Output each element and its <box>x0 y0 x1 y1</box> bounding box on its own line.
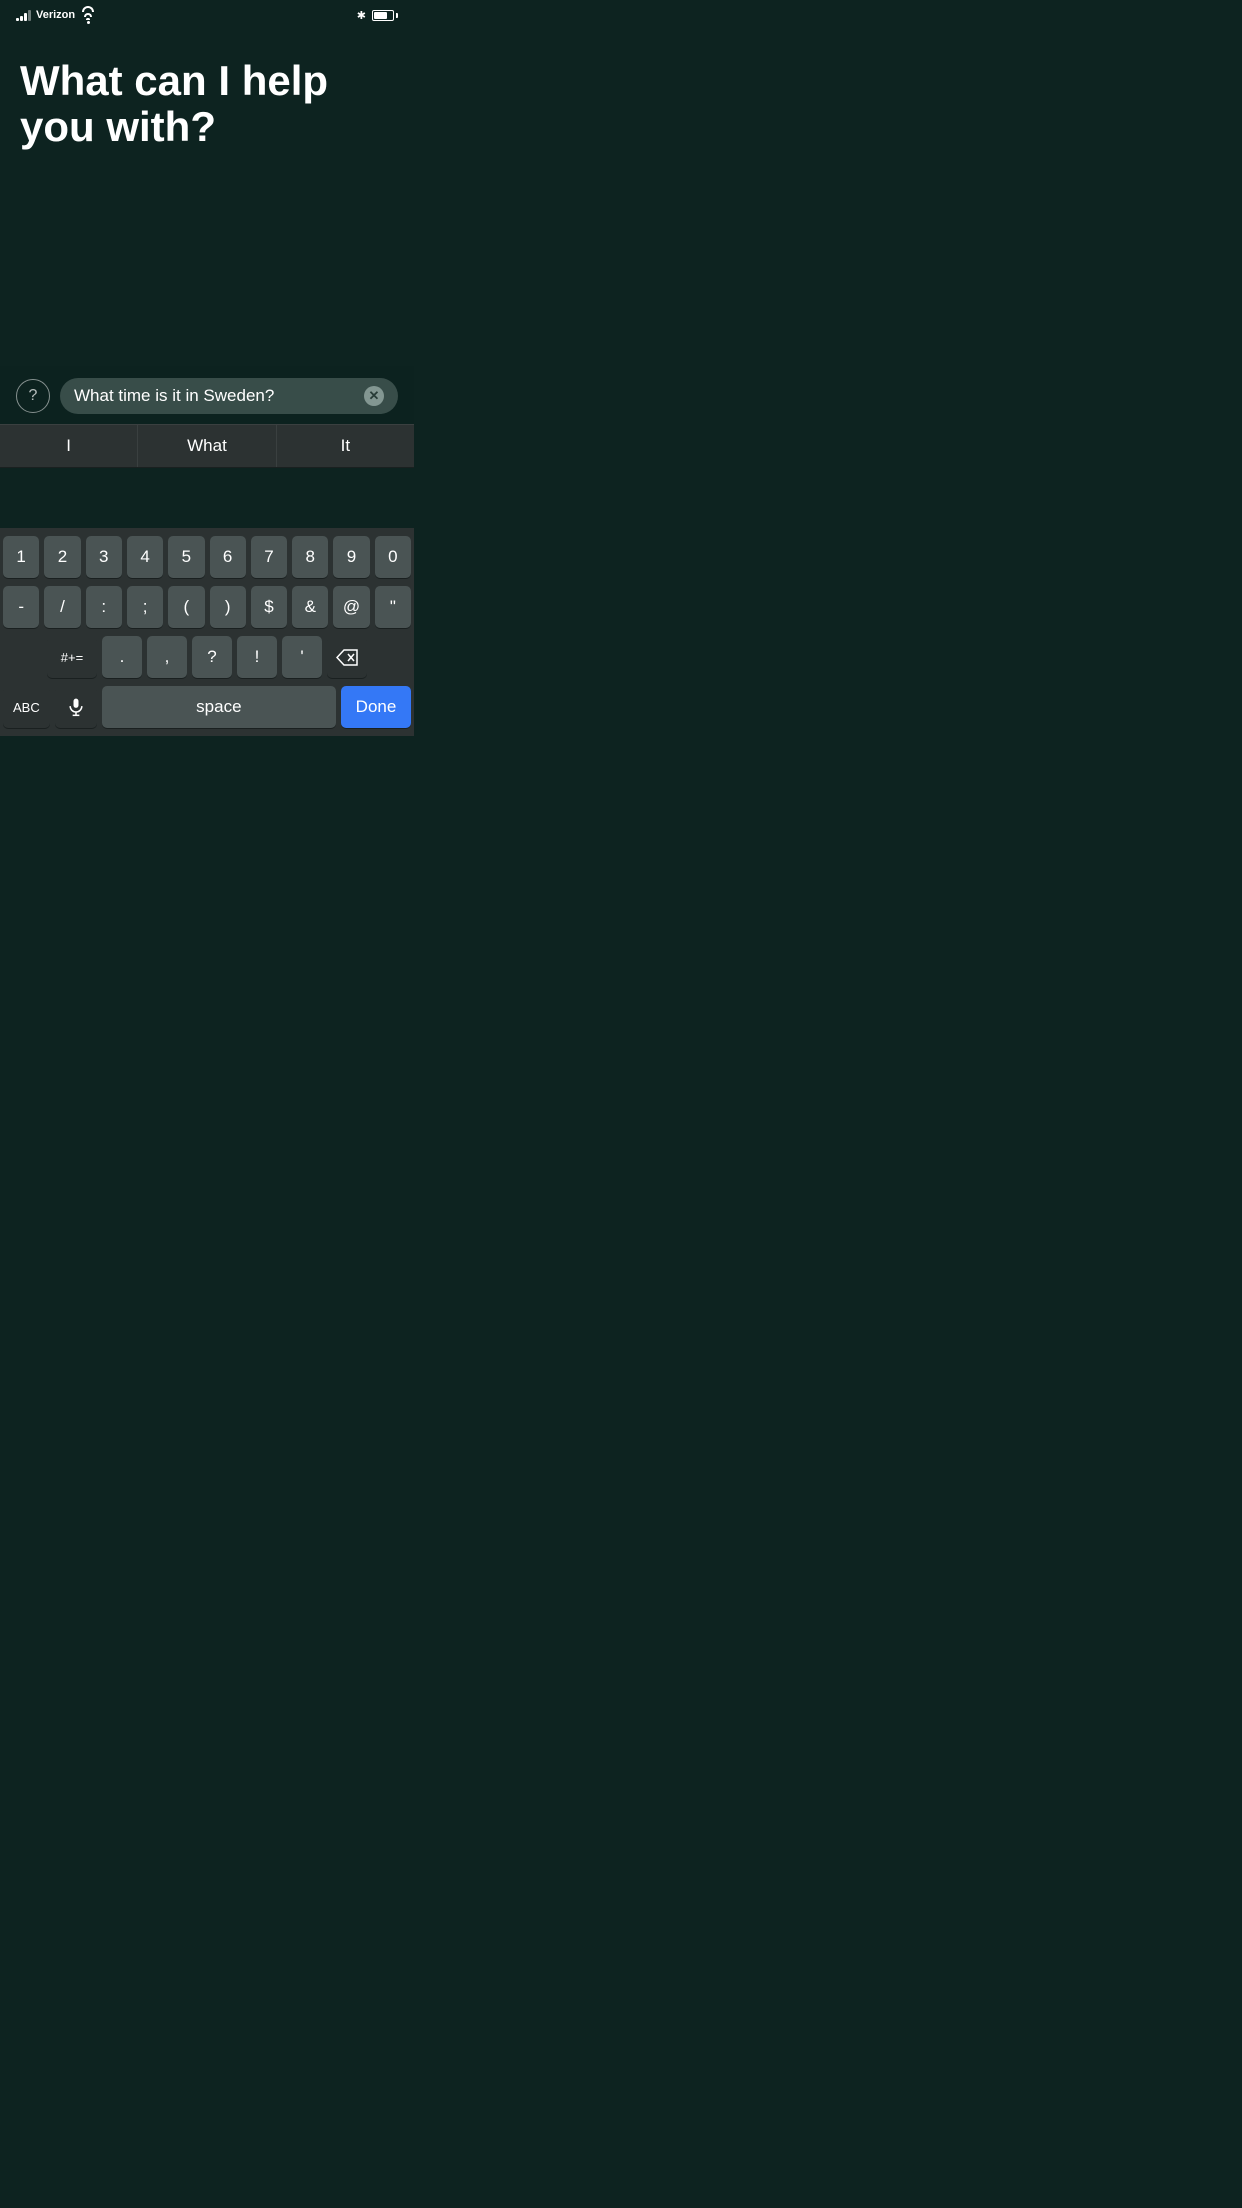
key-microphone[interactable] <box>55 686 97 728</box>
key-dollar[interactable]: $ <box>251 586 287 628</box>
key-8[interactable]: 8 <box>292 536 328 578</box>
autocomplete-item-1[interactable]: I <box>0 425 138 467</box>
key-7[interactable]: 7 <box>251 536 287 578</box>
key-rparen[interactable]: ) <box>210 586 246 628</box>
search-input[interactable]: What time is it in Sweden? <box>74 386 364 406</box>
delete-icon <box>336 649 358 666</box>
keyboard-row-numbers: 1 2 3 4 5 6 7 8 9 0 <box>3 536 411 578</box>
key-period[interactable]: . <box>102 636 142 678</box>
help-button[interactable]: ? <box>16 379 50 413</box>
key-9[interactable]: 9 <box>333 536 369 578</box>
main-content: What can I help you with? <box>0 28 414 150</box>
key-apostrophe[interactable]: ' <box>282 636 322 678</box>
microphone-icon <box>66 697 86 717</box>
carrier-label: Verizon <box>36 9 75 21</box>
key-ampersand[interactable]: & <box>292 586 328 628</box>
clear-button[interactable]: ✕ <box>364 386 384 406</box>
battery-indicator <box>372 10 398 21</box>
key-2[interactable]: 2 <box>44 536 80 578</box>
autocomplete-item-3[interactable]: It <box>277 425 414 467</box>
key-exclaim[interactable]: ! <box>237 636 277 678</box>
key-comma[interactable]: , <box>147 636 187 678</box>
siri-greeting: What can I help you with? <box>20 58 394 150</box>
status-right: ✱ <box>357 9 398 22</box>
search-input-container[interactable]: What time is it in Sweden? ✕ <box>60 378 398 414</box>
battery-body <box>372 10 394 21</box>
key-colon[interactable]: : <box>86 586 122 628</box>
key-semicolon[interactable]: ; <box>127 586 163 628</box>
key-done[interactable]: Done <box>341 686 411 728</box>
key-lparen[interactable]: ( <box>168 586 204 628</box>
keyboard: 1 2 3 4 5 6 7 8 9 0 - / : ; ( ) $ & @ " … <box>0 528 414 736</box>
key-space[interactable]: space <box>102 686 336 728</box>
signal-bars <box>16 10 31 21</box>
key-question[interactable]: ? <box>192 636 232 678</box>
keyboard-bottom-row: ABC space Done <box>3 686 411 728</box>
autocomplete-item-2[interactable]: What <box>138 425 276 467</box>
status-bar: Verizon ✱ <box>0 0 414 28</box>
wifi-icon <box>82 6 94 24</box>
key-slash[interactable]: / <box>44 586 80 628</box>
key-dash[interactable]: - <box>3 586 39 628</box>
key-1[interactable]: 1 <box>3 536 39 578</box>
keyboard-row-punctuation: #+= . , ? ! ' <box>3 636 411 678</box>
key-4[interactable]: 4 <box>127 536 163 578</box>
bluetooth-icon: ✱ <box>357 9 366 22</box>
autocomplete-bar: I What It <box>0 424 414 468</box>
battery-fill <box>374 12 387 19</box>
battery-tip <box>396 13 398 18</box>
key-5[interactable]: 5 <box>168 536 204 578</box>
key-3[interactable]: 3 <box>86 536 122 578</box>
key-0[interactable]: 0 <box>375 536 411 578</box>
wifi-dot <box>87 21 90 24</box>
key-hashplusEquals[interactable]: #+= <box>47 636 97 678</box>
key-quote[interactable]: " <box>375 586 411 628</box>
status-left: Verizon <box>16 6 94 24</box>
key-abc[interactable]: ABC <box>3 686 50 728</box>
keyboard-row-symbols: - / : ; ( ) $ & @ " <box>3 586 411 628</box>
delete-key[interactable] <box>327 636 367 678</box>
key-6[interactable]: 6 <box>210 536 246 578</box>
search-area: ? What time is it in Sweden? ✕ <box>0 366 414 426</box>
key-at[interactable]: @ <box>333 586 369 628</box>
